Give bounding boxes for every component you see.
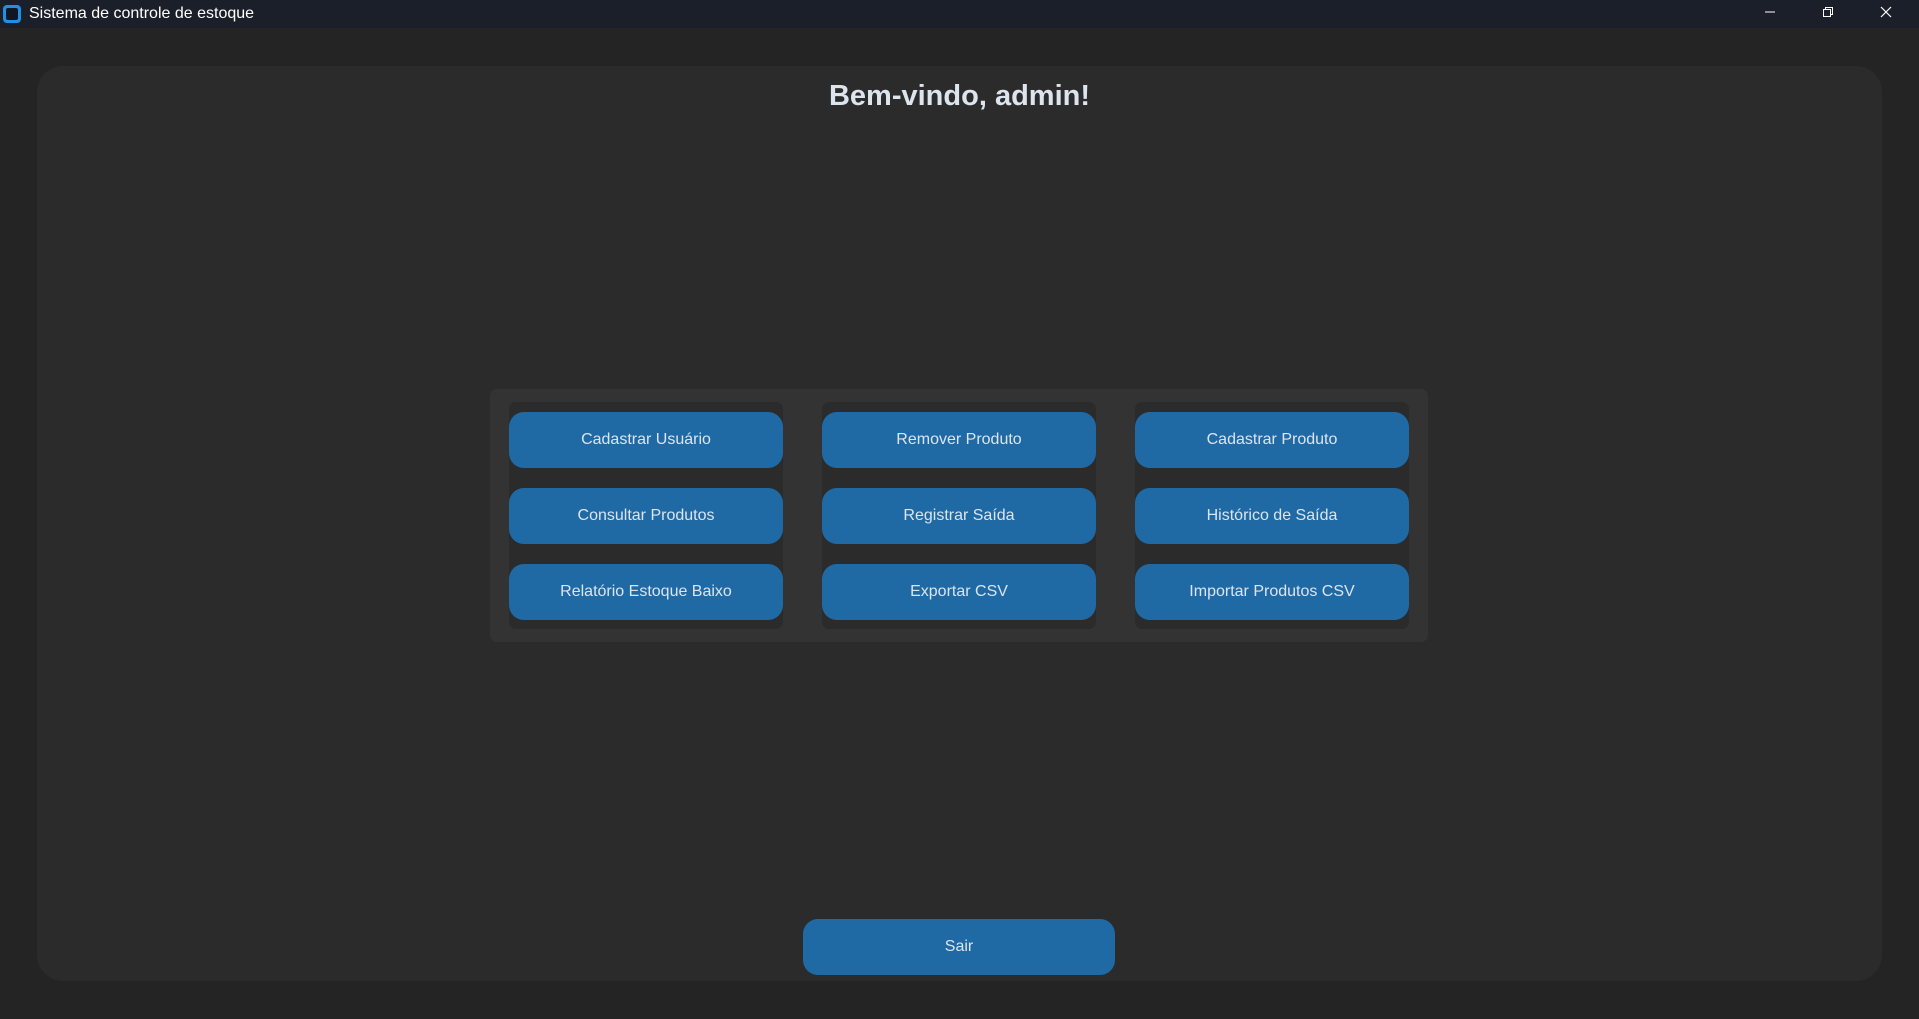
close-icon: [1880, 5, 1892, 23]
close-button[interactable]: [1857, 0, 1915, 28]
welcome-heading: Bem-vindo, admin!: [828, 80, 1090, 112]
menu-column-3: Cadastrar Produto Histórico de Saída Imp…: [1135, 402, 1409, 629]
remover-produto-button[interactable]: Remover Produto: [822, 412, 1096, 468]
restore-icon: [1822, 5, 1834, 23]
window-titlebar: Sistema de controle de estoque: [0, 0, 1919, 28]
cadastrar-produto-button[interactable]: Cadastrar Produto: [1135, 412, 1409, 468]
registrar-saida-button[interactable]: Registrar Saída: [822, 488, 1096, 544]
importar-produtos-csv-button[interactable]: Importar Produtos CSV: [1135, 564, 1409, 620]
app-icon: [3, 5, 21, 23]
historico-de-saida-button[interactable]: Histórico de Saída: [1135, 488, 1409, 544]
minimize-icon: [1764, 5, 1776, 23]
minimize-button[interactable]: [1741, 0, 1799, 28]
exit-button[interactable]: Sair: [803, 919, 1115, 975]
restore-button[interactable]: [1799, 0, 1857, 28]
menu-grid: Cadastrar Usuário Consultar Produtos Rel…: [490, 389, 1428, 642]
exportar-csv-button[interactable]: Exportar CSV: [822, 564, 1096, 620]
menu-column-2: Remover Produto Registrar Saída Exportar…: [822, 402, 1096, 629]
consultar-produtos-button[interactable]: Consultar Produtos: [509, 488, 783, 544]
menu-column-1: Cadastrar Usuário Consultar Produtos Rel…: [509, 402, 783, 629]
window-title: Sistema de controle de estoque: [29, 5, 255, 22]
cadastrar-usuario-button[interactable]: Cadastrar Usuário: [509, 412, 783, 468]
relatorio-estoque-baixo-button[interactable]: Relatório Estoque Baixo: [509, 564, 783, 620]
